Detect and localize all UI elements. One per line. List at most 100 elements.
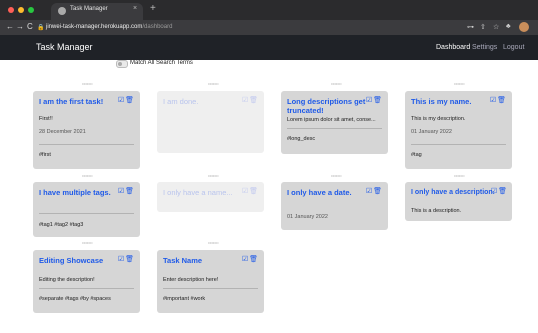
edit-icon[interactable]: ☑ xyxy=(118,256,124,263)
task-actions: ☑🗑 xyxy=(365,187,382,195)
task-actions: ☑🗑 xyxy=(365,96,382,104)
task-card[interactable]: Editing Showcase ☑🗑 Editing the descript… xyxy=(33,250,140,313)
lock-icon: 🔒 xyxy=(37,25,45,31)
task-title: I have multiple tags. xyxy=(39,188,111,197)
task-card-done[interactable]: I only have a name... ☑🗑 xyxy=(157,182,264,212)
task-actions: ☑🗑 xyxy=(489,96,506,104)
task-date: 28 December 2021 xyxy=(39,129,86,135)
task-description: Editing the description! xyxy=(39,277,95,283)
toggle-knob xyxy=(118,62,122,66)
delete-icon[interactable]: 🗑 xyxy=(498,188,507,195)
drag-handle[interactable]: ::::::::::::::::: xyxy=(196,241,230,244)
maximize-window-button[interactable] xyxy=(28,7,34,13)
task-card[interactable]: Long descriptions get truncated! ☑🗑 Lore… xyxy=(281,91,388,154)
url-host: jinwei-task-manager.herokuapp.com xyxy=(46,24,143,30)
task-actions: ☑🗑 xyxy=(241,187,258,195)
divider xyxy=(39,213,134,214)
task-title: I only have a name... xyxy=(163,188,233,197)
reload-icon[interactable]: C xyxy=(27,22,33,31)
app-brand[interactable]: Task Manager xyxy=(36,42,93,52)
delete-icon[interactable]: 🗑 xyxy=(249,188,258,195)
task-card-done[interactable]: I am done. ☑🗑 xyxy=(157,91,264,153)
browser-window: Task Manager × + ← → C 🔒 jinwei-task-man… xyxy=(0,0,538,333)
task-actions: ☑🗑 xyxy=(117,187,134,195)
drag-handle[interactable]: ::::::::::::::::: xyxy=(319,174,353,177)
browser-toolbar: ← → C 🔒 jinwei-task-manager.herokuapp.co… xyxy=(0,20,538,35)
divider xyxy=(287,128,382,129)
profile-avatar[interactable] xyxy=(519,22,529,32)
key-icon[interactable]: ⊶ xyxy=(467,23,474,31)
task-actions: ☑🗑 xyxy=(241,255,258,263)
browser-tab[interactable]: Task Manager × xyxy=(51,3,143,20)
task-title: I am done. xyxy=(163,97,199,106)
drag-handle[interactable]: ::::::::::::::::: xyxy=(442,174,476,177)
url-path: /dashboard xyxy=(142,24,173,30)
delete-icon[interactable]: 🗑 xyxy=(373,188,382,195)
task-card[interactable]: I am the first task! ☑🗑 First!! 28 Decem… xyxy=(33,91,140,169)
task-title: Long descriptions get truncated! xyxy=(287,97,366,115)
edit-icon[interactable]: ☑ xyxy=(118,97,124,104)
edit-icon[interactable]: ☑ xyxy=(491,188,497,195)
globe-icon xyxy=(58,7,66,15)
task-title: I am the first task! xyxy=(39,97,104,106)
task-description: This is my description. xyxy=(411,116,466,122)
close-window-button[interactable] xyxy=(8,7,14,13)
address-bar[interactable]: jinwei-task-manager.herokuapp.com/dashbo… xyxy=(46,24,172,30)
new-tab-icon[interactable]: + xyxy=(150,3,156,14)
drag-handle[interactable]: ::::::::::::::::: xyxy=(70,174,104,177)
task-card[interactable]: I only have a description. ☑🗑 This is a … xyxy=(405,182,512,221)
task-tags: #tag1 #tag2 #tag3 xyxy=(39,222,84,228)
edit-icon[interactable]: ☑ xyxy=(118,188,124,195)
delete-icon[interactable]: 🗑 xyxy=(249,256,258,263)
task-tags: #important #work xyxy=(163,296,206,302)
nav-dashboard-link[interactable]: Dashboard xyxy=(436,44,470,51)
task-card[interactable]: This is my name. ☑🗑 This is my descripti… xyxy=(405,91,512,169)
forward-icon[interactable]: → xyxy=(16,22,24,31)
edit-icon[interactable]: ☑ xyxy=(242,256,248,263)
minimize-window-button[interactable] xyxy=(18,7,24,13)
task-date: 01 January 2022 xyxy=(411,129,452,135)
delete-icon[interactable]: 🗑 xyxy=(125,256,134,263)
edit-icon[interactable]: ☑ xyxy=(242,188,248,195)
delete-icon[interactable]: 🗑 xyxy=(125,97,134,104)
task-title: This is my name. xyxy=(411,97,472,106)
tab-title: Task Manager xyxy=(70,6,108,12)
divider xyxy=(411,144,506,145)
task-actions: ☑🗑 xyxy=(117,96,134,104)
delete-icon[interactable]: 🗑 xyxy=(249,97,258,104)
task-date: 01 January 2022 xyxy=(287,214,328,220)
drag-handle[interactable]: ::::::::::::::::: xyxy=(196,82,230,85)
edit-icon[interactable]: ☑ xyxy=(490,97,496,104)
edit-icon[interactable]: ☑ xyxy=(242,97,248,104)
tab-close-icon[interactable]: × xyxy=(133,5,137,12)
nav-logout-link[interactable]: Logout xyxy=(503,44,524,51)
drag-handle[interactable]: ::::::::::::::::: xyxy=(319,82,353,85)
drag-handle[interactable]: ::::::::::::::::: xyxy=(70,82,104,85)
drag-handle[interactable]: ::::::::::::::::: xyxy=(70,241,104,244)
nav-settings-link[interactable]: Settings xyxy=(472,44,497,51)
back-icon[interactable]: ← xyxy=(6,22,14,31)
task-card[interactable]: I have multiple tags. ☑🗑 #tag1 #tag2 #ta… xyxy=(33,182,140,237)
browser-tab-bar: Task Manager × + xyxy=(0,0,538,20)
divider xyxy=(163,288,258,289)
delete-icon[interactable]: 🗑 xyxy=(125,188,134,195)
edit-icon[interactable]: ☑ xyxy=(366,97,372,104)
task-title: I only have a date. xyxy=(287,188,352,197)
drag-handle[interactable]: ::::::::::::::::: xyxy=(442,82,476,85)
task-actions: ☑🗑 xyxy=(117,255,134,263)
task-tags: #first xyxy=(39,152,51,158)
task-description: Enter description here! xyxy=(163,277,219,283)
edit-icon[interactable]: ☑ xyxy=(366,188,372,195)
drag-handle[interactable]: ::::::::::::::::: xyxy=(196,174,230,177)
task-card[interactable]: Task Name ☑🗑 Enter description here! #im… xyxy=(157,250,264,313)
bookmark-star-icon[interactable]: ☆ xyxy=(493,23,499,31)
match-all-toggle[interactable] xyxy=(116,60,128,68)
task-card[interactable]: I only have a date. ☑🗑 01 January 2022 xyxy=(281,182,388,230)
delete-icon[interactable]: 🗑 xyxy=(373,97,382,104)
task-description: This is a description. xyxy=(411,208,462,214)
delete-icon[interactable]: 🗑 xyxy=(497,97,506,104)
extensions-icon[interactable]: ♣ xyxy=(506,23,511,30)
share-icon[interactable]: ⇧ xyxy=(480,23,486,31)
task-description: First!! xyxy=(39,116,53,122)
divider xyxy=(39,288,134,289)
